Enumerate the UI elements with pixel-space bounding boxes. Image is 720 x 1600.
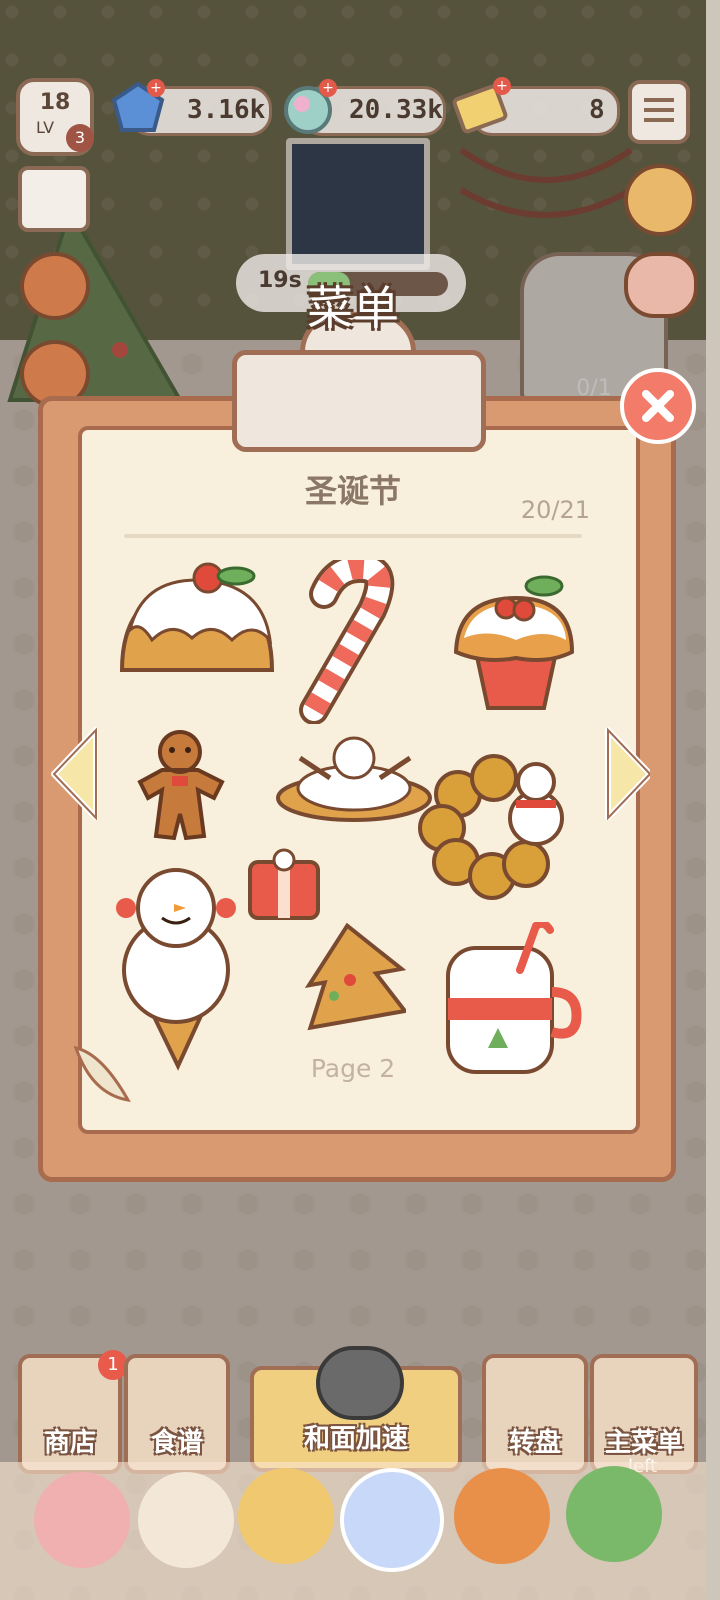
ticket-count: 8 bbox=[589, 95, 605, 125]
page-label: Page 2 bbox=[310, 1054, 396, 1083]
level-badge: 3 bbox=[66, 124, 94, 152]
flower-icon[interactable] bbox=[34, 1472, 130, 1568]
gem-icon: + bbox=[111, 79, 165, 132]
main-menu-button[interactable]: 主菜单 left bbox=[590, 1354, 698, 1477]
orb-count: 20.33k bbox=[349, 95, 443, 125]
menu-title: 菜单 bbox=[307, 281, 399, 335]
shop-button[interactable]: 商店 1 bbox=[18, 1350, 128, 1474]
list-icon[interactable] bbox=[628, 80, 690, 144]
svg-text:+: + bbox=[496, 78, 508, 94]
ticket-icon: + bbox=[452, 77, 511, 134]
arrow-right-icon[interactable] bbox=[600, 724, 650, 820]
tree-icon[interactable] bbox=[566, 1466, 662, 1562]
calendar-icon[interactable] bbox=[18, 166, 90, 232]
orb-icon: + bbox=[284, 79, 337, 134]
food-item-gift-candy[interactable] bbox=[242, 848, 328, 926]
food-item-melted-snowman[interactable] bbox=[270, 728, 440, 828]
collection-count: 20/21 bbox=[520, 496, 590, 524]
svg-text:+: + bbox=[322, 80, 334, 96]
level-icon[interactable]: 18 LV 3 bbox=[16, 78, 94, 156]
food-item-snowman-icecream[interactable] bbox=[114, 866, 238, 1074]
pumpkin-icon[interactable] bbox=[454, 1468, 550, 1564]
food-item-snowman-mug[interactable] bbox=[440, 922, 584, 1076]
main-menu-label: 主菜单 bbox=[604, 1428, 683, 1458]
turntable-label: 转盘 bbox=[508, 1428, 561, 1458]
food-item-pudding[interactable] bbox=[112, 560, 282, 700]
turntable-button[interactable]: 转盘 bbox=[482, 1354, 588, 1474]
food-item-snowman-donut[interactable] bbox=[418, 748, 568, 908]
arrow-left-icon[interactable] bbox=[48, 724, 98, 820]
bear-icon bbox=[316, 1346, 404, 1420]
level-label: LV bbox=[35, 118, 55, 137]
svg-text:+: + bbox=[150, 80, 162, 96]
gem-count: 3.16k bbox=[187, 95, 266, 125]
horse-icon[interactable] bbox=[138, 1472, 234, 1568]
food-item-gingerbread[interactable] bbox=[122, 726, 238, 848]
coin-jar-icon[interactable] bbox=[624, 164, 696, 236]
level-number: 18 bbox=[39, 90, 71, 115]
title-divider bbox=[124, 534, 582, 538]
page-curl[interactable] bbox=[72, 1044, 132, 1106]
category-title: 圣诞节 bbox=[304, 472, 401, 510]
recipe-button[interactable]: 食谱 bbox=[124, 1354, 230, 1474]
recipe-label: 食谱 bbox=[150, 1428, 203, 1458]
food-item-cupcake[interactable] bbox=[448, 568, 578, 714]
piggy-bank-icon[interactable] bbox=[624, 252, 698, 318]
speed-up-button[interactable]: 和面加速 bbox=[250, 1346, 462, 1472]
speed-up-label: 和面加速 bbox=[303, 1424, 408, 1454]
food-item-candy-cane[interactable] bbox=[294, 560, 414, 724]
clip-base bbox=[232, 350, 486, 452]
fox-icon[interactable] bbox=[20, 252, 90, 320]
close-button[interactable] bbox=[620, 368, 696, 444]
ufo-icon[interactable] bbox=[340, 1468, 444, 1572]
cookie-icon[interactable] bbox=[238, 1468, 334, 1564]
shop-label: 商店 bbox=[43, 1428, 96, 1458]
food-item-tree-cookie[interactable] bbox=[294, 920, 406, 1032]
timer-text: 19s bbox=[258, 268, 302, 293]
close-icon bbox=[642, 390, 674, 422]
